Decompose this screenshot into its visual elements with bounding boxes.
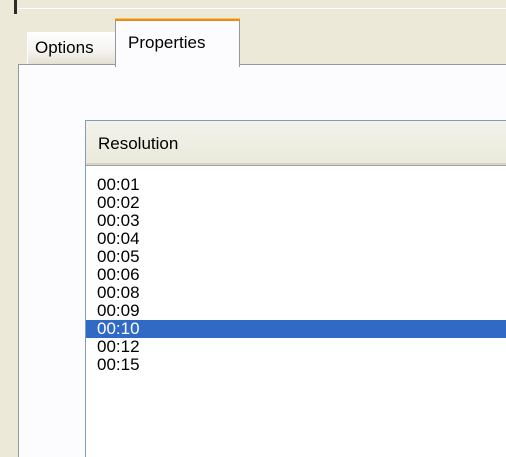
tab-options[interactable]: Options: [27, 32, 116, 64]
list-rows: 00:01 00:02 00:03 00:04 00:05 00:06 00:08 00:09…: [86, 176, 506, 374]
list-item-selected[interactable]: 00:10: [86, 320, 506, 338]
top-divider-tick: [14, 0, 17, 14]
list-item[interactable]: 00:04: [86, 230, 506, 248]
properties-dialog: Options Properties Resolution 00:01 00:02…: [0, 0, 506, 457]
list-item[interactable]: 00:01: [86, 176, 506, 194]
list-item[interactable]: 00:15: [86, 356, 506, 374]
top-strip: [0, 0, 506, 14]
list-item[interactable]: 00:08: [86, 284, 506, 302]
list-item[interactable]: 00:09: [86, 302, 506, 320]
tab-strip: Options Properties: [0, 16, 506, 67]
tab-properties[interactable]: Properties: [115, 18, 240, 67]
list-item[interactable]: 00:06: [86, 266, 506, 284]
column-header-resolution[interactable]: Resolution: [86, 121, 506, 165]
list-item[interactable]: 00:05: [86, 248, 506, 266]
top-divider-line: [18, 8, 506, 9]
list-item[interactable]: 00:12: [86, 338, 506, 356]
header-separator: [86, 165, 506, 166]
list-item[interactable]: 00:03: [86, 212, 506, 230]
list-item[interactable]: 00:02: [86, 194, 506, 212]
resolution-list[interactable]: Resolution 00:01 00:02 00:03 00:04 00:05 00:0…: [85, 120, 506, 457]
